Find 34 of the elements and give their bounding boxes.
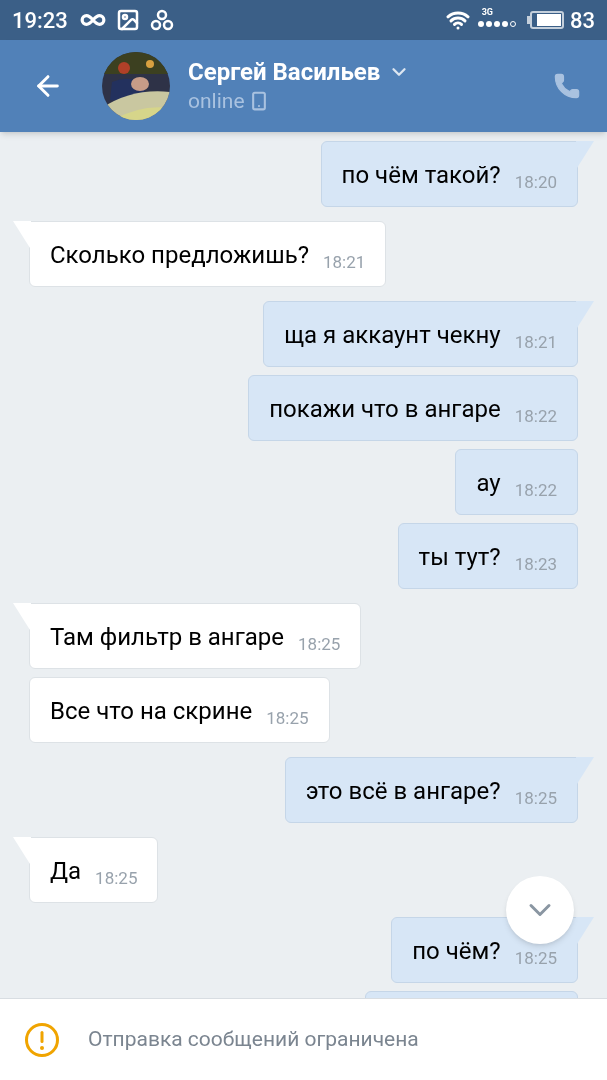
message-time: 18:25 [514,788,557,808]
online-status: online [188,88,245,115]
message-text: покажи что в ангаре [269,394,501,424]
message-text: ты тут? [418,542,501,572]
message-text: Там фильтр в ангаре [50,622,285,652]
message-text: по чём? [412,936,501,966]
message-text: ща я аккаунт чекну [284,320,501,350]
message-text: Сколько предложишь? [50,240,309,270]
clock: 19:23 [12,6,68,35]
message-time: 18:25 [298,634,341,654]
message-time: 18:25 [266,708,309,728]
message-time: 18:25 [95,868,138,888]
battery-level: 83 [570,6,595,35]
notice-text: Отправка сообщений ограничена [88,1025,419,1053]
cloverleaf-icon [149,8,174,32]
message-text: это всё в ангаре? [305,776,501,806]
message-text: Все что на скрине [50,696,253,726]
message-text: по чём такой? [341,160,501,190]
scroll-down-button[interactable] [506,876,574,944]
message-text: ау [476,468,501,498]
message-time: 18:21 [323,252,366,272]
network-type: 3G [481,6,493,20]
message-text: Да [50,856,82,886]
phone-handset-icon[interactable] [553,72,581,100]
image-icon [115,8,140,32]
message-time: 18:23 [514,554,557,574]
message-time: 18:22 [514,406,557,426]
message-time: 18:22 [514,480,557,500]
contact-name: Сергей Васильев [188,57,381,87]
message-time: 18:21 [514,332,557,352]
warning-icon [24,1021,60,1058]
message-time: 18:20 [514,172,557,192]
message-time: 18:25 [514,948,557,968]
battery-icon [527,11,564,29]
